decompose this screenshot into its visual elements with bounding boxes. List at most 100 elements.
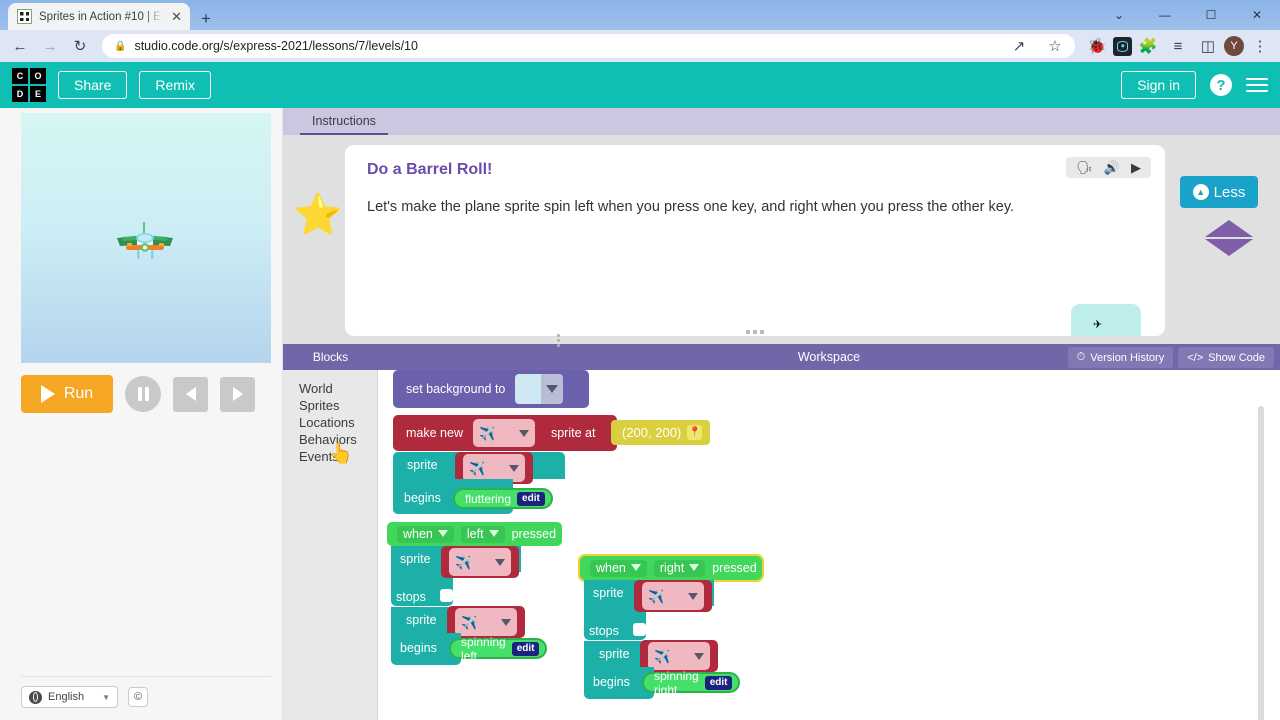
edit-button[interactable]: edit [517, 491, 545, 506]
sprite-dropdown[interactable]: ✈️ [455, 608, 517, 636]
back-icon[interactable]: ← [6, 32, 34, 60]
header-right-group: Sign in ? [1121, 62, 1268, 108]
begins-label: begins [400, 641, 437, 655]
play-icon[interactable]: ▶ [1131, 161, 1141, 174]
when-dropdown[interactable]: when [397, 525, 454, 543]
behavior-name: spinning right [654, 668, 699, 697]
resize-handle[interactable] [1205, 220, 1253, 256]
behavior-empty-slot[interactable] [633, 623, 646, 636]
sprite-dropdown[interactable]: ✈️ [648, 642, 710, 670]
window-controls: ⌄ — ☐ ✕ [1096, 0, 1280, 30]
tab-instructions[interactable]: Instructions [300, 110, 388, 135]
panel-drag-handle[interactable] [746, 330, 764, 334]
step-back-button[interactable] [173, 376, 208, 412]
behavior-name: fluttering [465, 491, 512, 506]
palette-item-locations[interactable]: Locations [283, 414, 377, 431]
remix-button[interactable]: Remix [139, 71, 212, 99]
browser-menu-icon[interactable]: ⋮ [1246, 32, 1274, 60]
window-close-button[interactable]: ✕ [1234, 8, 1280, 22]
browser-tab[interactable]: Sprites in Action #10 | Express C ✕ [8, 3, 190, 30]
when-dropdown[interactable]: when [590, 559, 647, 577]
palette-item-world[interactable]: World [283, 380, 377, 397]
sprite-label: sprite [400, 552, 431, 566]
reload-icon[interactable]: ↻ [66, 32, 94, 60]
block-make-new-sprite[interactable]: make new ✈️ sprite at [393, 415, 617, 451]
mouse-cursor: 👆 [328, 443, 353, 465]
help-icon[interactable]: ? [1210, 74, 1232, 96]
stage-footer: English ▼ © [21, 676, 271, 708]
vertical-drag-handle[interactable] [557, 334, 560, 347]
block-location[interactable]: (200, 200) 📍 [611, 420, 711, 445]
version-history-label: Version History [1090, 351, 1165, 364]
workspace-header: Blocks Workspace ⏱ Version History </> S… [283, 344, 1280, 370]
puzzle-icon[interactable]: 🧩 [1134, 32, 1162, 60]
version-history-button[interactable]: ⏱ Version History [1067, 347, 1174, 368]
background-color-swatch[interactable] [515, 374, 564, 404]
key-dropdown[interactable]: left [460, 525, 505, 543]
workspace-panel: Blocks Workspace ⏱ Version History </> S… [283, 344, 1280, 720]
stops-label: stops [396, 590, 426, 604]
text-to-speech-icon[interactable]: 🗣 [1076, 161, 1093, 174]
sprite-value-slot[interactable]: ✈️ [441, 546, 519, 578]
show-code-button[interactable]: </> Show Code [1178, 347, 1274, 368]
behavior-chip-spinning-left[interactable]: spinning left edit [449, 635, 548, 663]
avatar[interactable]: Y [1224, 36, 1244, 56]
codeorg-logo[interactable]: C O D E [12, 68, 46, 102]
pause-button[interactable] [125, 376, 161, 412]
share-button[interactable]: Share [58, 71, 128, 99]
stops-label: stops [589, 624, 619, 638]
sidepanel-icon[interactable]: ◫ [1194, 32, 1222, 60]
behavior-chip-spinning-right[interactable]: spinning right edit [642, 669, 741, 697]
sprite-dropdown[interactable]: ✈️ [463, 454, 525, 482]
forward-icon[interactable]: → [36, 32, 64, 60]
playlist-icon[interactable]: ≡ [1164, 32, 1192, 60]
share-icon[interactable]: ↗ [1005, 32, 1033, 60]
chevron-down-icon[interactable]: ⌄ [1096, 8, 1142, 22]
edit-button[interactable]: edit [511, 641, 540, 656]
maximize-button[interactable]: ☐ [1188, 8, 1234, 22]
stage-controls: Run [21, 375, 271, 413]
tab-title: Sprites in Action #10 | Express C [39, 10, 162, 23]
code-brackets-icon: </> [1187, 351, 1204, 364]
sprite-value-slot[interactable]: ✈️ [634, 580, 712, 612]
star-character-icon: ⭐ [293, 193, 343, 237]
block-set-background[interactable]: set background to [393, 370, 589, 408]
instructions-card: Do a Barrel Roll! Let's make the plane s… [345, 145, 1165, 336]
palette-item-sprites[interactable]: Sprites [283, 397, 377, 414]
step-forward-button[interactable] [220, 376, 255, 412]
globe-icon [29, 690, 42, 704]
minimize-button[interactable]: — [1142, 8, 1188, 22]
sprite-dropdown[interactable]: ✈️ [449, 548, 511, 576]
new-tab-button[interactable]: + [201, 10, 211, 27]
bug-icon[interactable]: 🐞 [1083, 32, 1111, 60]
hamburger-menu-icon[interactable] [1246, 77, 1268, 93]
close-icon[interactable]: ✕ [169, 8, 184, 25]
event-hat-when-right[interactable]: when right pressed [578, 554, 764, 582]
sprite-dropdown[interactable]: ✈️ [642, 582, 704, 610]
dropdown-arrow[interactable] [541, 374, 564, 404]
speaker-icon[interactable]: 🔊 [1104, 161, 1120, 174]
bookmark-star-icon[interactable]: ☆ [1041, 32, 1069, 60]
event-hat-when-left[interactable]: when left pressed [387, 522, 562, 546]
block-canvas[interactable]: set background to make new ✈️ sprite at … [379, 370, 1280, 720]
edit-button[interactable]: edit [704, 675, 733, 690]
sprite-dropdown[interactable]: ✈️ [472, 419, 535, 447]
dropdown-arrow-icon [518, 429, 529, 437]
plane-sprite-icon: ✈️ [461, 614, 478, 630]
language-selector[interactable]: English ▼ [21, 686, 118, 708]
sign-in-button[interactable]: Sign in [1121, 71, 1196, 99]
run-label: Run [63, 385, 94, 402]
run-button[interactable]: Run [21, 375, 113, 413]
lock-icon: 🔒 [114, 40, 127, 52]
play-icon [40, 385, 55, 403]
workspace-scrollbar[interactable] [1258, 406, 1264, 720]
behavior-chip-fluttering[interactable]: fluttering edit [453, 488, 553, 509]
copyright-button[interactable]: © [128, 687, 148, 707]
game-stage[interactable] [21, 113, 271, 363]
address-bar[interactable]: 🔒 studio.code.org/s/express-2021/lessons… [102, 34, 1075, 58]
behavior-empty-slot[interactable] [440, 589, 453, 602]
key-dropdown[interactable]: right [653, 559, 706, 577]
stage-column: Run English ▼ © [0, 108, 283, 720]
react-devtools-icon[interactable] [1113, 36, 1132, 56]
less-button[interactable]: ▲ Less [1180, 176, 1258, 208]
